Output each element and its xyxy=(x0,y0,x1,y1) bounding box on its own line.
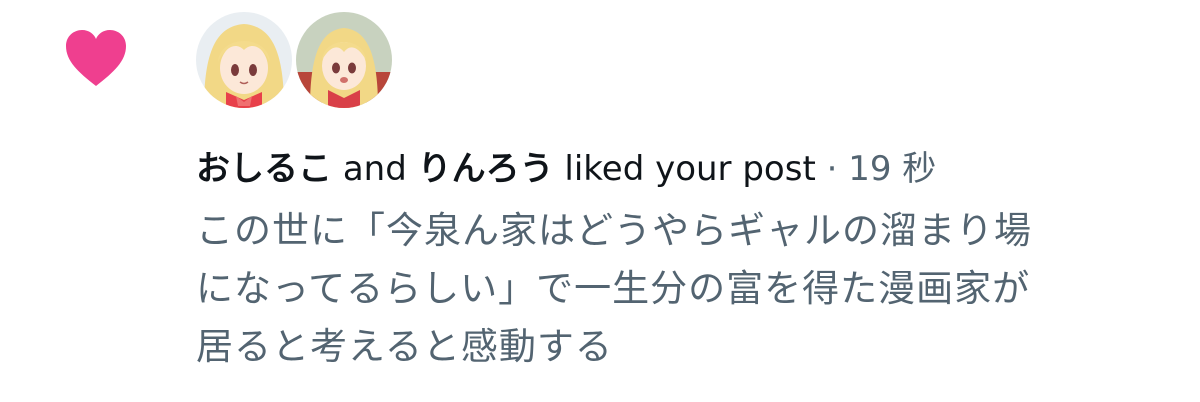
heart-icon xyxy=(66,30,126,86)
avatar-anime-girl-bow-icon[interactable] xyxy=(196,12,292,108)
post-line: この世に「今泉ん家はどうやらギャルの溜まり場 xyxy=(196,209,1032,252)
notification-content: おしるこ and りんろう liked your post · 19 秒 この世… xyxy=(196,142,1186,376)
like-notification[interactable]: おしるこ and りんろう liked your post · 19 秒 この世… xyxy=(0,0,1200,402)
post-line: 居ると考えると感動する xyxy=(196,325,613,368)
avatar-anime-girl-shrine-icon[interactable] xyxy=(296,12,392,108)
action-text: liked your post xyxy=(564,149,816,189)
post-line: になってるらしい」で一生分の富を得た漫画家が xyxy=(196,267,1031,310)
notification-headline: おしるこ and りんろう liked your post · 19 秒 xyxy=(196,142,1186,196)
separator-dot: · xyxy=(826,149,838,189)
timestamp: 19 秒 xyxy=(848,149,937,189)
user-name[interactable]: おしるこ xyxy=(196,149,332,189)
conjunction-text: and xyxy=(342,149,407,189)
post-preview-text[interactable]: この世に「今泉ん家はどうやらギャルの溜まり場 になってるらしい」で一生分の富を得… xyxy=(196,202,1186,376)
user-name[interactable]: りんろう xyxy=(418,149,554,189)
